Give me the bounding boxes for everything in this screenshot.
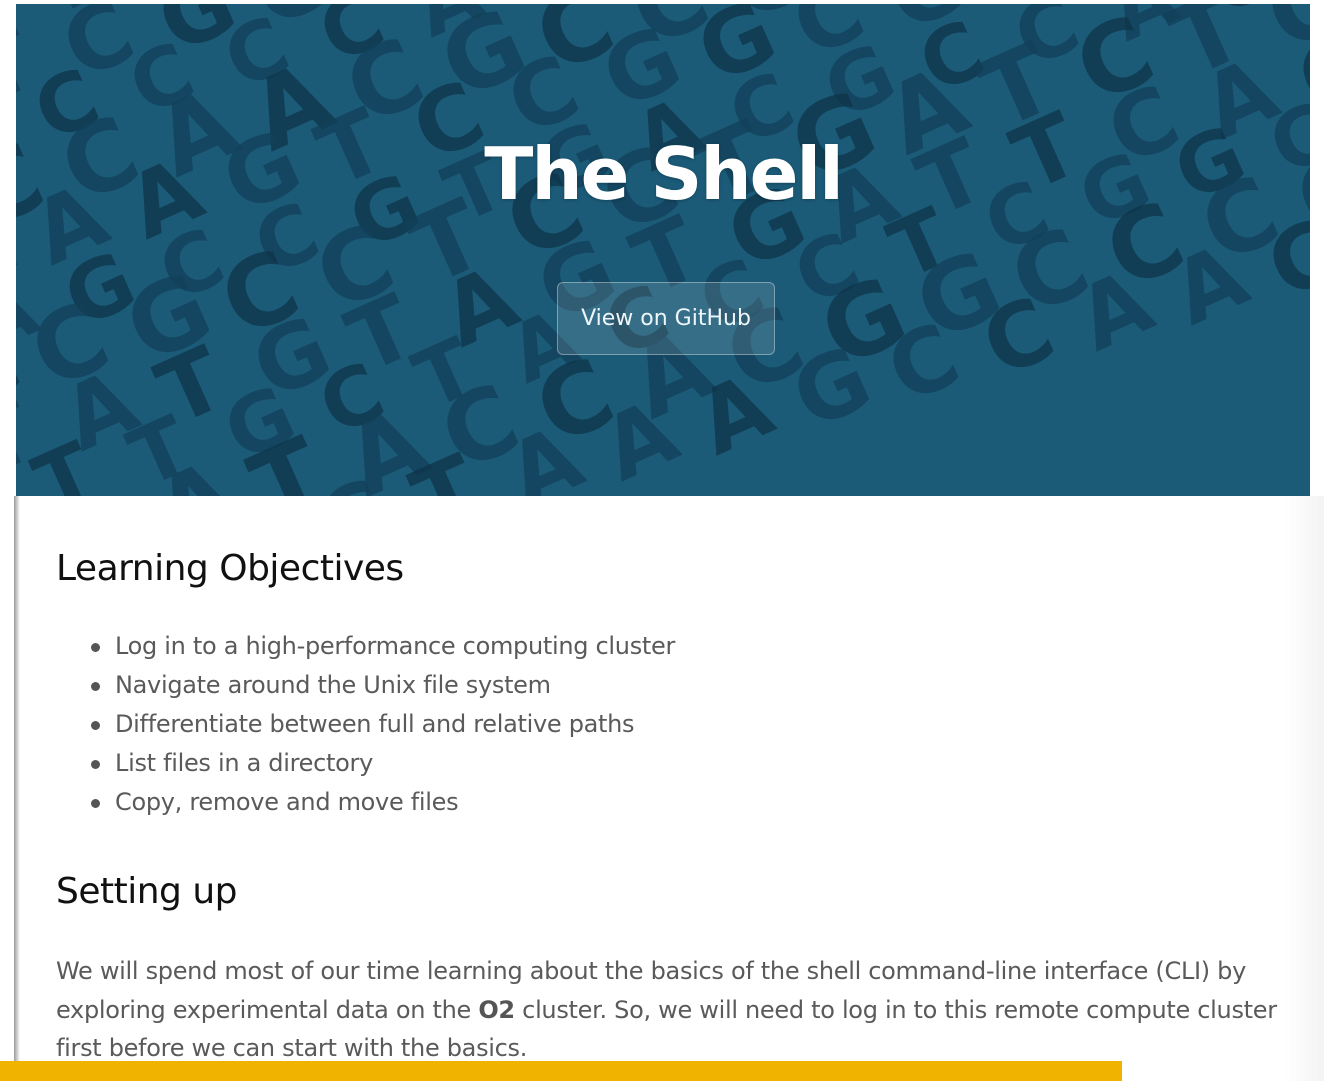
objective-text: Navigate around the Unix file system	[115, 671, 551, 699]
setting-up-heading: Setting up	[56, 871, 238, 912]
objective-text: Log in to a high-performance computing c…	[115, 632, 676, 660]
bullet-icon	[91, 721, 100, 730]
bullet-icon	[91, 682, 100, 691]
objective-text: Copy, remove and move files	[115, 788, 459, 816]
hero-banner: TTCATCGGCGAGCCCCACATCCAACGCCGGTTAAAGTCCG…	[16, 4, 1310, 496]
right-fade	[1284, 496, 1324, 1081]
list-item: List files in a directory	[56, 744, 675, 783]
bullet-icon	[91, 799, 100, 808]
yellow-notification-bar	[0, 1061, 1122, 1081]
list-item: Navigate around the Unix file system	[56, 666, 675, 705]
dna-letters-background: TTCATCGGCGAGCCCCACATCCAACGCCGGTTAAAGTCCG…	[16, 4, 1310, 496]
objective-text: List files in a directory	[115, 749, 373, 777]
objective-text: Differentiate between full and relative …	[115, 710, 635, 738]
objectives-list: Log in to a high-performance computing c…	[56, 627, 675, 822]
setup-paragraph: We will spend most of our time learning …	[56, 952, 1286, 1068]
page: TTCATCGGCGAGCCCCACATCCAACGCCGGTTAAAGTCCG…	[0, 0, 1324, 1081]
list-item: Copy, remove and move files	[56, 783, 675, 822]
bullet-icon	[91, 643, 100, 652]
list-item: Differentiate between full and relative …	[56, 705, 675, 744]
list-item: Log in to a high-performance computing c…	[56, 627, 675, 666]
cluster-name: O2	[478, 995, 515, 1024]
view-on-github-button[interactable]: View on GitHub	[557, 282, 775, 355]
page-title: The Shell	[484, 132, 844, 216]
learning-objectives-heading: Learning Objectives	[56, 548, 404, 589]
left-shadow	[14, 496, 20, 1081]
bullet-icon	[91, 760, 100, 769]
